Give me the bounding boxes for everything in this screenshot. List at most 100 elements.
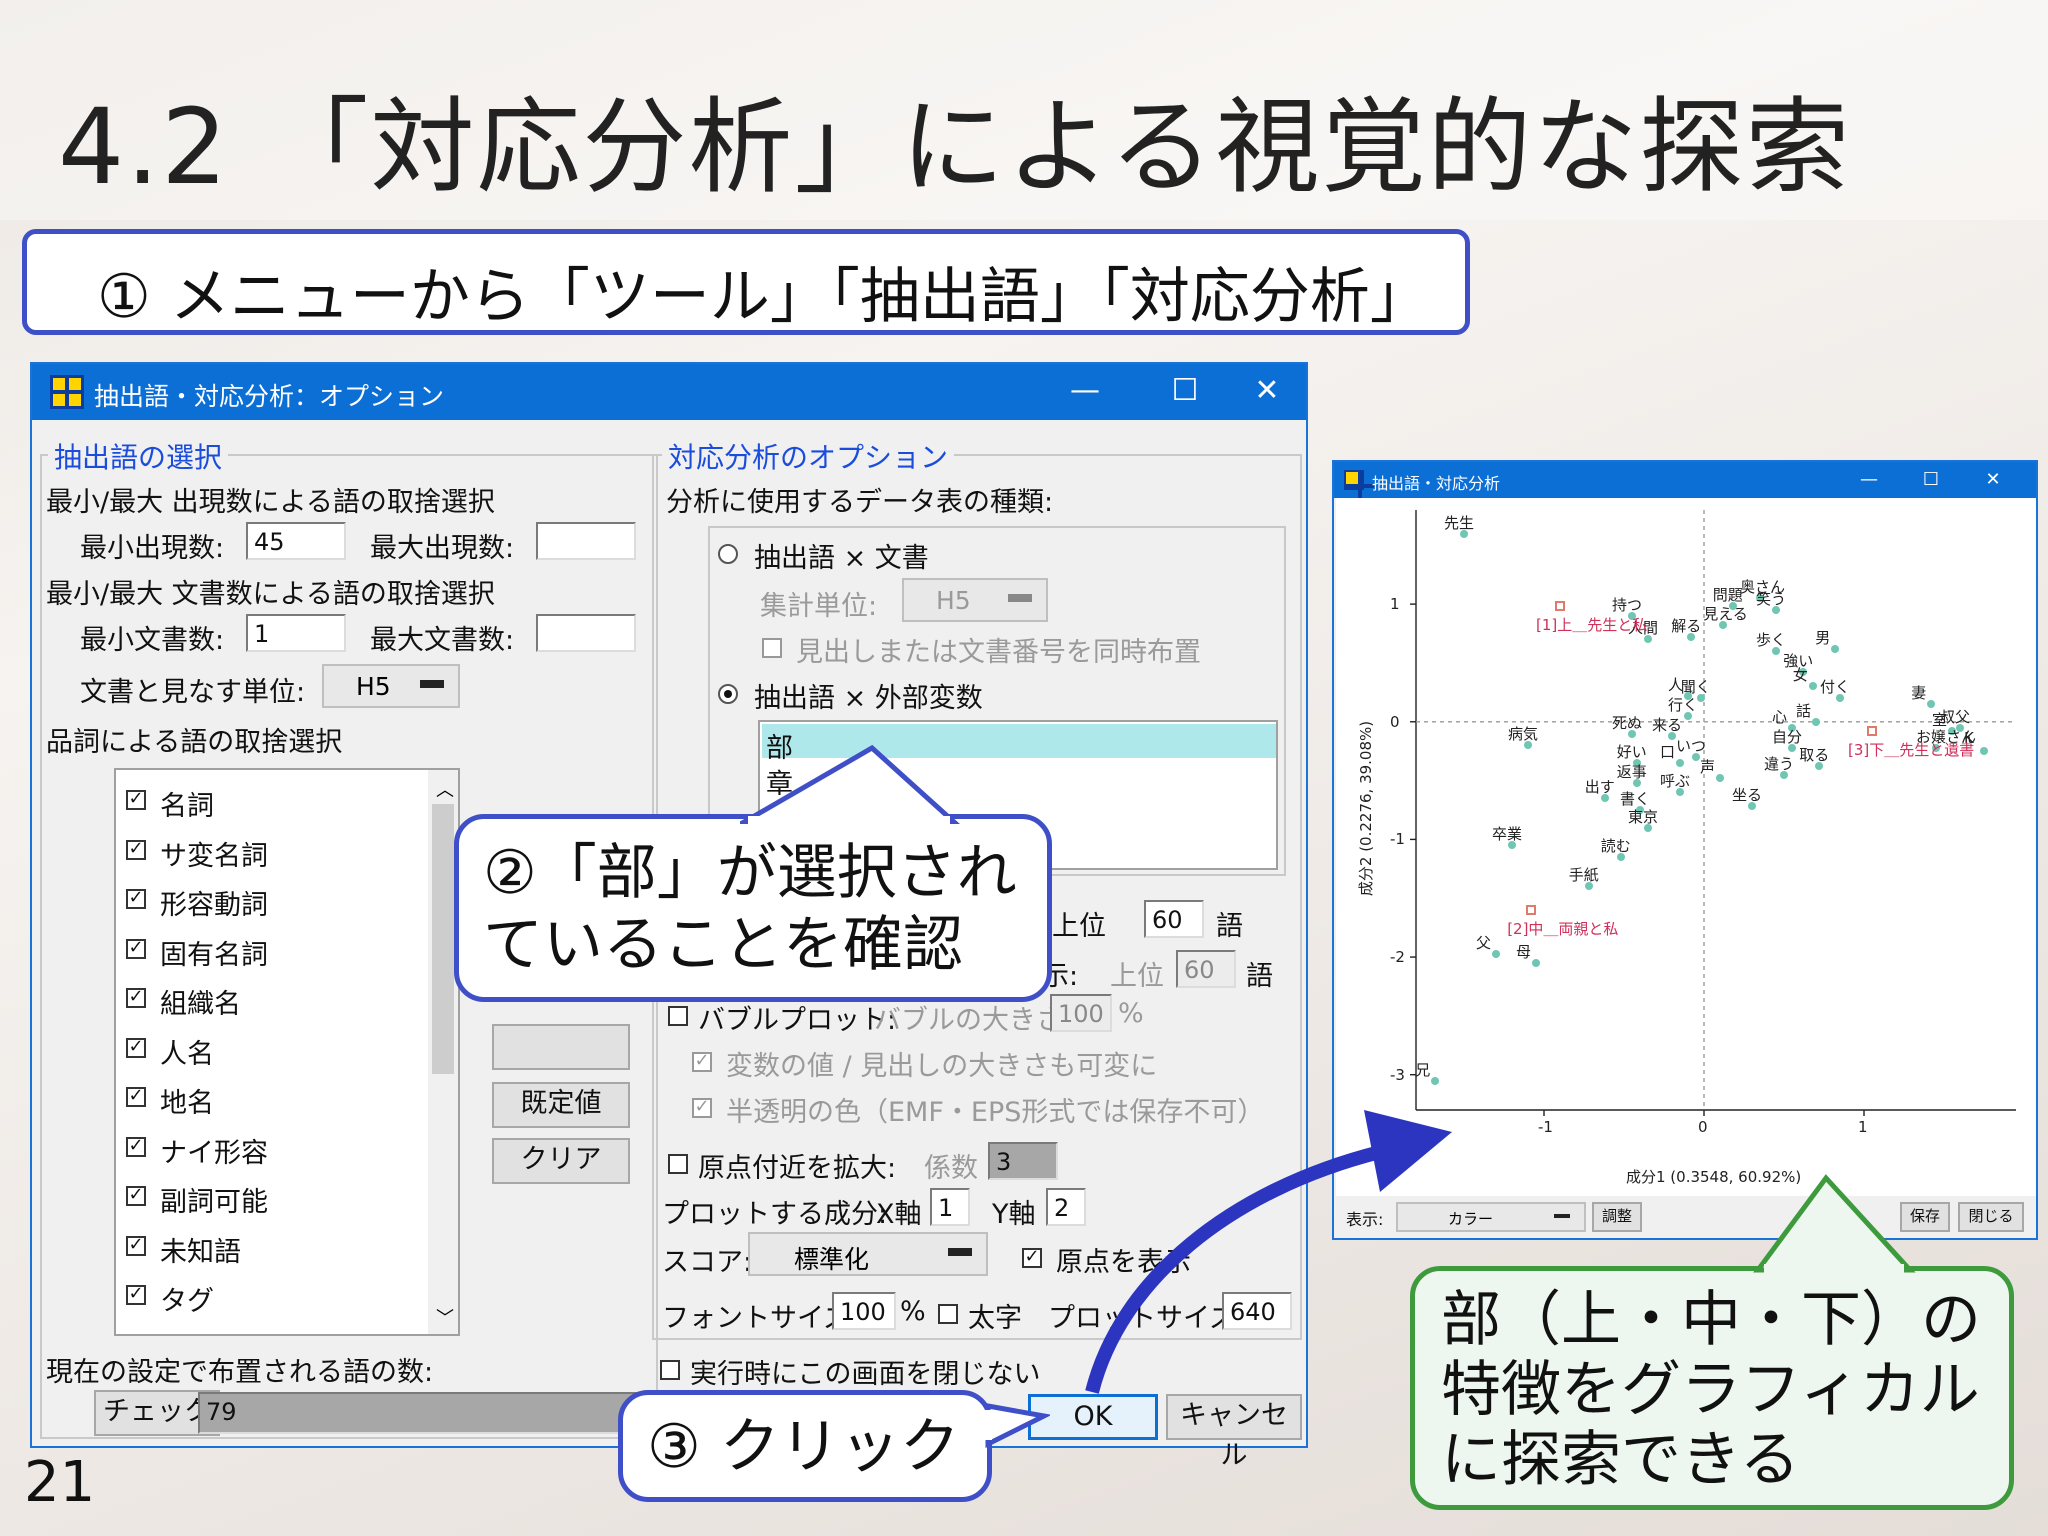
var-size-checkbox[interactable]: ✓ [692, 1052, 712, 1072]
pos-item-checkbox[interactable]: ✓ [126, 1087, 146, 1107]
var-size-label: 変数の値 / 見出しの大きさも可変に [726, 1051, 1158, 1082]
plot-minimize-button[interactable]: — [1844, 462, 1894, 498]
pos-item-checkbox[interactable]: ✓ [126, 1335, 146, 1337]
pos-item-checkbox[interactable]: ✓ [126, 1285, 146, 1305]
chevron-down-icon [948, 1248, 972, 1256]
word-label: 付く [1820, 678, 1851, 697]
pos-item-checkbox[interactable]: ✓ [126, 1186, 146, 1206]
radio-word-ext[interactable] [718, 684, 738, 704]
y-tick-label: 0 [1390, 712, 1400, 731]
pos-item-label: 地名 [160, 1088, 214, 1119]
font-size-input[interactable]: 100 [832, 1292, 896, 1330]
max-freq-label: 最大出現数: [370, 533, 515, 564]
plot-canvas: -1 0 1 -3 -2 -1 0 1 成分1 (0.3548, 60.92%) 成分2 (0.2… [1336, 498, 2036, 1196]
score-label: スコア: [662, 1247, 753, 1278]
semi-trans-checkbox[interactable]: ✓ [692, 1098, 712, 1118]
same-place-checkbox[interactable] [762, 638, 782, 658]
plot-close-button[interactable]: ✕ [1968, 462, 2018, 498]
word-label: 卒業 [1492, 825, 1523, 844]
pos-list[interactable]: ✓ 名詞 ✓ サ変名詞 ✓ 形容動詞 ✓ 固有名詞 ✓ 組織名 ✓ 人名 ✓ 地名 ✓ ナイ形容 ✓ 副詞可能 ✓ 未… [114, 768, 460, 1336]
word-label: 話 [1796, 701, 1812, 720]
step2-line2: ていることを確認 [483, 910, 963, 980]
close-button[interactable]: ✕ [1232, 364, 1302, 420]
word-label: 取る [1799, 746, 1830, 765]
word-label: 口 [1660, 742, 1676, 761]
pos-item-checkbox[interactable]: ✓ [126, 988, 146, 1008]
word-label: 男 [1815, 628, 1831, 647]
pos-item-label: 副詞可能 [160, 1187, 268, 1218]
minimize-button[interactable]: — [1050, 364, 1120, 420]
word-label: 持つ [1612, 595, 1643, 614]
step3-callout: ③ クリック [618, 1390, 992, 1502]
y-tick-label: -3 [1390, 1065, 1405, 1084]
max-doc-input[interactable] [536, 614, 636, 652]
step2-callout-pointer [740, 744, 960, 824]
word-label: 好い [1616, 742, 1647, 761]
origin-zoom-checkbox[interactable] [668, 1154, 688, 1174]
radio-word-doc[interactable] [718, 544, 738, 564]
unit-select-value: H5 [356, 672, 391, 701]
pos-item-checkbox[interactable]: ✓ [126, 938, 146, 959]
pos-item-checkbox[interactable]: ✓ [126, 1136, 146, 1157]
variable-label: [3]下＿先生と遺書 [1848, 741, 1975, 760]
word-label: 歩く [1756, 631, 1787, 650]
variable-label: [1]上＿先生と私 [1536, 616, 1648, 635]
word-point [1431, 1076, 1440, 1085]
plot-maximize-button[interactable]: ☐ [1906, 462, 1956, 498]
top-unit-b: 語 [1246, 961, 1273, 992]
pos-item-checkbox[interactable]: ✓ [126, 889, 146, 909]
chevron-up-icon[interactable]: ︿ [436, 776, 454, 802]
top-input-a[interactable]: 60 [1144, 900, 1204, 938]
dialog-titlebar: 抽出語・対応分析：オプション — ☐ ✕ [32, 364, 1306, 420]
min-doc-input[interactable]: 1 [246, 614, 346, 652]
default-button[interactable]: 既定値 [492, 1082, 630, 1128]
y-axis-label: 成分2 (0.2276, 39.08%) [1357, 720, 1376, 897]
bubble-size-input[interactable]: 100 [1050, 994, 1112, 1032]
bold-checkbox[interactable] [938, 1304, 958, 1324]
word-label: 父 [1476, 933, 1492, 952]
same-place-label: 見出しまたは文書番号を同時布置 [796, 637, 1201, 668]
word-label: 心 [1772, 707, 1788, 726]
score-select[interactable]: 標準化 [748, 1232, 988, 1276]
keep-open-checkbox[interactable] [660, 1360, 680, 1380]
pos-item-label: 固有名詞 [160, 939, 268, 971]
variable-label: [2]中＿両親と私 [1507, 920, 1619, 938]
min-freq-input[interactable]: 45 [246, 522, 346, 560]
x-tick-label: 0 [1698, 1118, 1708, 1136]
x-tick-label: -1 [1538, 1118, 1553, 1136]
chevron-down-icon[interactable]: ﹀ [436, 1304, 454, 1330]
adjust-button[interactable]: 調整 [1592, 1202, 1642, 1232]
bubble-checkbox[interactable] [668, 1006, 688, 1026]
coef-input[interactable]: 3 [988, 1142, 1058, 1180]
pos-item-label: タグ [160, 1286, 214, 1317]
word-label: 先生 [1444, 513, 1475, 532]
plot-app-icon [1344, 470, 1374, 500]
maximize-button[interactable]: ☐ [1150, 364, 1220, 420]
cancel-button[interactable]: キャンセル [1166, 1394, 1302, 1471]
radio-word-ext-label: 抽出語 × 外部変数 [754, 683, 983, 714]
variable-point [1526, 905, 1537, 915]
bold-label: 太字 [968, 1303, 1022, 1334]
pos-item-label: 組織名 [160, 989, 241, 1020]
note-callout: 部（上・中・下）の 特徴をグラフィカル に探索できる [1410, 1266, 2014, 1510]
pos-item-checkbox[interactable]: ✓ [126, 1235, 146, 1256]
word-point [1812, 717, 1820, 726]
top-input-b[interactable]: 60 [1176, 950, 1236, 988]
components-label: プロットする成分: [662, 1199, 888, 1230]
pos-item-checkbox[interactable]: ✓ [126, 1037, 146, 1058]
step1-text: ① メニューから「ツール」「抽出語」「対応分析」 [97, 262, 1430, 332]
clear-button[interactable]: クリア [492, 1138, 630, 1184]
scroll-thumb[interactable] [432, 804, 454, 1074]
plot-close-btn[interactable]: 閉じる [1958, 1202, 2024, 1232]
agg-unit-select[interactable]: H5 [902, 578, 1048, 622]
unit-select[interactable]: H5 [322, 664, 460, 708]
pos-item-checkbox[interactable]: ✓ [126, 790, 146, 810]
max-freq-input[interactable] [536, 522, 636, 560]
x-axis-input[interactable]: 1 [930, 1188, 970, 1226]
step3-text: ③ クリック [647, 1412, 960, 1482]
y-tick-label: 1 [1390, 595, 1400, 614]
show-origin-checkbox[interactable]: ✓ [1022, 1248, 1042, 1268]
word-label: 笑う [1756, 590, 1787, 608]
pos-item-checkbox[interactable]: ✓ [126, 839, 146, 860]
word-label: 返事 [1616, 762, 1647, 781]
